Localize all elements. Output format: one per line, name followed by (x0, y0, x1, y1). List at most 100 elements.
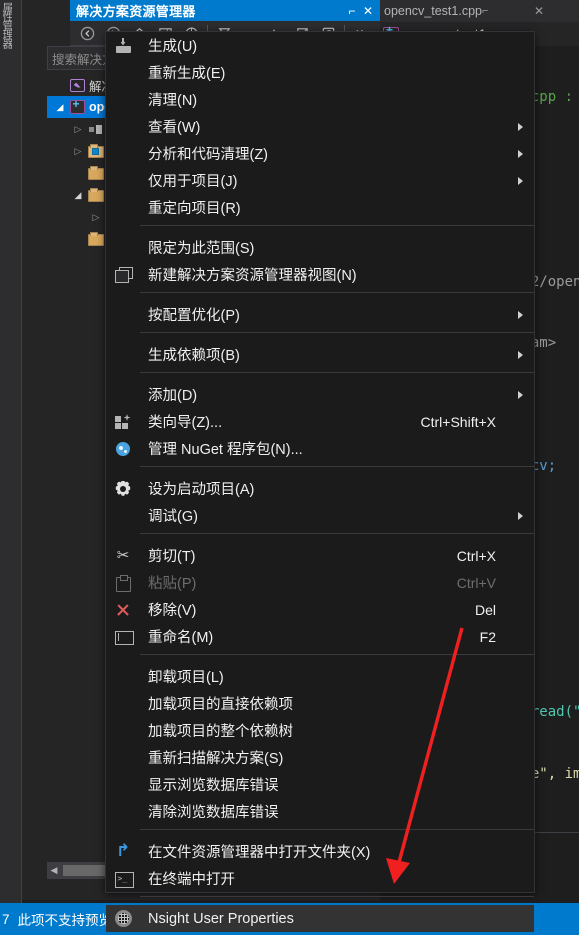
new-view-icon (106, 261, 140, 288)
menu-item-rebuild[interactable]: 重新生成(E) (106, 59, 534, 86)
close-icon[interactable]: ✕ (534, 4, 544, 18)
menu-separator (106, 225, 534, 234)
menu-separator (106, 292, 534, 301)
open-folder-icon: ↱ (115, 840, 131, 860)
menu-item-shortcut: F2 (479, 628, 496, 645)
expander-open-icon[interactable]: ◢ (71, 190, 85, 201)
menu-item-open-folder-in-file-explorer[interactable]: ↱ 在文件资源管理器中打开文件夹(X) (106, 838, 534, 865)
menu-item-label: 生成依赖项(B) (148, 348, 240, 364)
nuget-icon (106, 435, 140, 462)
left-dock-strip[interactable]: 属性管理器 (0, 0, 22, 935)
menu-separator (106, 533, 534, 542)
scroll-left-arrow-icon[interactable]: ◀ (47, 865, 61, 876)
menu-item-label: 重新生成(E) (148, 66, 226, 82)
expander-icon[interactable]: ▷ (71, 146, 85, 157)
menu-item-label: 重定向项目(R) (148, 201, 241, 217)
menu-item-load-entire-dependency-tree[interactable]: 加载项目的整个依赖树 (106, 717, 534, 744)
menu-item-set-as-startup-project[interactable]: 设为启动项目(A) (106, 475, 534, 502)
menu-item-show-browse-database-errors[interactable]: 显示浏览数据库错误 (106, 771, 534, 798)
menu-item-new-solution-explorer-view[interactable]: 新建解决方案资源管理器视图(N) (106, 261, 534, 288)
expander-icon[interactable]: ▷ (71, 124, 85, 135)
rename-icon (106, 623, 140, 650)
menu-item-label: 在终端中打开 (148, 872, 235, 888)
menu-separator (106, 372, 534, 381)
project-context-menu: 生成(U) 重新生成(E) 清理(N) 查看(W) 分析和代码清理(Z) 仅用于… (105, 31, 535, 932)
status-bar-number: 7 (2, 911, 10, 927)
editor-tabstrip: opencv_test1.cpp ⌐ ✕ (380, 0, 579, 22)
menu-item-nsight-user-properties[interactable]: Nsight User Properties (106, 905, 534, 932)
menu-item-label: 清理(N) (148, 93, 198, 109)
editor-tab-label: opencv_test1.cpp (384, 4, 482, 18)
pin-icon[interactable]: ⌐ (344, 2, 360, 20)
menu-item-open-in-terminal[interactable]: >_ 在终端中打开 (106, 865, 534, 892)
expander-icon[interactable]: ▷ (89, 212, 103, 223)
nsight-icon (106, 905, 140, 932)
menu-item-label: 管理 NuGet 程序包(N)... (148, 442, 303, 458)
menu-item-clean[interactable]: 清理(N) (106, 86, 534, 113)
menu-item-label: 清除浏览数据库错误 (148, 805, 279, 821)
menu-item-label: 粘贴(P) (148, 576, 197, 592)
back-arrow-icon[interactable] (74, 22, 100, 44)
vs-window: 属性管理器 解决方案资源管理器 ⌐ ✕ ◢ + ▷ ▷ ◢ ▷ ◀ opencv… (0, 0, 579, 935)
submenu-arrow-icon (518, 122, 523, 131)
menu-item-label: 新建解决方案资源管理器视图(N) (148, 268, 357, 284)
filter-folder-icon (85, 165, 105, 181)
menu-item-scope-to-this[interactable]: 限定为此范围(S) (106, 234, 534, 261)
menu-item-class-wizard[interactable]: 类向导(Z)... Ctrl+Shift+X (106, 408, 534, 435)
submenu-arrow-icon (518, 310, 523, 319)
class-wizard-icon (106, 408, 140, 435)
menu-item-rescan-solution[interactable]: 重新扫描解决方案(S) (106, 744, 534, 771)
solution-explorer-titlebar: 解决方案资源管理器 ⌐ ✕ (70, 0, 380, 21)
menu-item-label: 卸载项目(L) (148, 670, 224, 686)
menu-item-remove[interactable]: 移除(V) Del (106, 596, 534, 623)
menu-item-shortcut: Ctrl+X (456, 547, 496, 564)
submenu-arrow-icon (518, 390, 523, 399)
menu-item-shortcut: Ctrl+V (456, 574, 496, 591)
menu-item-label: Nsight User Properties (148, 910, 294, 927)
menu-item-build-dependencies[interactable]: 生成依赖项(B) (106, 341, 534, 368)
menu-item-debug[interactable]: 调试(G) (106, 502, 534, 529)
menu-item-unload-project[interactable]: 卸载项目(L) (106, 663, 534, 690)
editor-tab-opencv-test1-cpp[interactable]: opencv_test1.cpp ⌐ ✕ (380, 0, 548, 22)
menu-item-label: 调试(G) (148, 509, 198, 525)
menu-item-rename[interactable]: 重命名(M) F2 (106, 623, 534, 650)
menu-item-profile-guided-optimization[interactable]: 按配置优化(P) (106, 301, 534, 328)
gear-icon (106, 475, 140, 502)
menu-item-manage-nuget-packages[interactable]: 管理 NuGet 程序包(N)... (106, 435, 534, 462)
menu-item-label: 剪切(T) (148, 549, 196, 565)
menu-item-label: 类向导(Z)... (148, 415, 223, 431)
filter-folder-icon (85, 231, 105, 247)
folder-ext-icon (85, 143, 105, 159)
solution-icon (67, 77, 87, 93)
paste-icon (106, 569, 140, 596)
menu-item-cut[interactable]: ✂ 剪切(T) Ctrl+X (106, 542, 534, 569)
menu-item-build[interactable]: 生成(U) (106, 32, 534, 59)
menu-item-project-only[interactable]: 仅用于项目(J) (106, 167, 534, 194)
menu-item-label: 移除(V) (148, 603, 197, 619)
menu-item-label: 显示浏览数据库错误 (148, 778, 279, 794)
menu-item-shortcut: Del (474, 601, 496, 618)
menu-item-label: 分析和代码清理(Z) (148, 147, 269, 163)
menu-item-clear-browse-database-errors[interactable]: 清除浏览数据库错误 (106, 798, 534, 825)
pin-icon[interactable]: ⌐ (482, 5, 488, 17)
build-icon (106, 32, 140, 59)
menu-item-label: 重新扫描解决方案(S) (148, 751, 284, 767)
menu-item-label: 在文件资源管理器中打开文件夹(X) (148, 845, 371, 861)
remove-icon (106, 596, 140, 623)
menu-item-retarget-project[interactable]: 重定向项目(R) (106, 194, 534, 221)
project-icon (67, 97, 87, 115)
menu-item-load-direct-dependencies[interactable]: 加载项目的直接依赖项 (106, 690, 534, 717)
menu-item-label: 设为启动项目(A) (148, 482, 255, 498)
references-icon (85, 121, 105, 137)
menu-item-label: 添加(D) (148, 388, 198, 404)
menu-separator (106, 829, 534, 838)
menu-item-paste: 粘贴(P) Ctrl+V (106, 569, 534, 596)
close-icon[interactable]: ✕ (360, 2, 376, 20)
menu-item-add[interactable]: 添加(D) (106, 381, 534, 408)
menu-item-analyze-code-cleanup[interactable]: 分析和代码清理(Z) (106, 140, 534, 167)
menu-item-view[interactable]: 查看(W) (106, 113, 534, 140)
menu-item-label: 限定为此范围(S) (148, 241, 255, 257)
dock-tab-property-manager[interactable]: 属性管理器 (2, 2, 12, 102)
submenu-arrow-icon (518, 511, 523, 520)
expander-open-icon[interactable]: ◢ (53, 102, 67, 113)
